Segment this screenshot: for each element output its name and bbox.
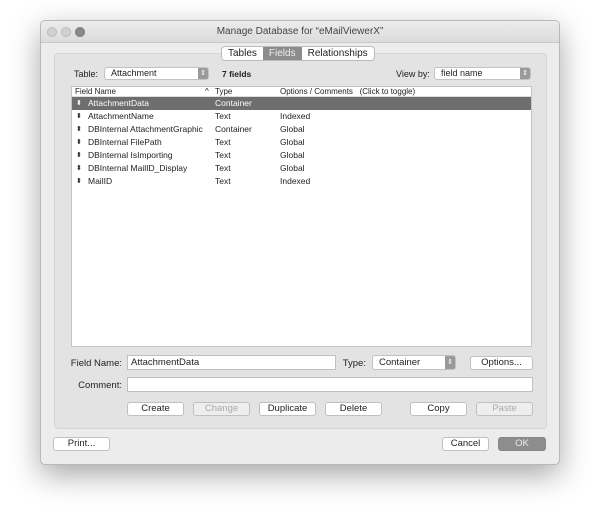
drag-handle-icon[interactable]: ⬍ — [76, 123, 82, 136]
cancel-button[interactable]: Cancel — [442, 437, 489, 451]
row-type: Text — [215, 176, 231, 186]
updown-icon: ⇕ — [198, 68, 208, 79]
drag-handle-icon[interactable]: ⬍ — [76, 175, 82, 188]
window-title: Manage Database for “eMailViewerX” — [216, 26, 384, 37]
type-select[interactable]: Container ⇕ — [372, 355, 456, 370]
row-type: Text — [215, 111, 231, 121]
row-type: Text — [215, 150, 231, 160]
print-button[interactable]: Print... — [53, 437, 110, 451]
viewby-select-value: field name — [441, 68, 483, 78]
type-label: Type: — [342, 358, 366, 369]
tab-fields[interactable]: Fields — [262, 47, 302, 60]
zoom-button[interactable] — [75, 27, 85, 37]
row-type: Text — [215, 163, 231, 173]
col-type[interactable]: Type — [215, 87, 232, 97]
field-count: 7 fields — [222, 69, 252, 79]
table-row[interactable]: ⬍ DBInternal MailID_Display Text Global — [72, 162, 531, 175]
row-options: Indexed — [280, 176, 311, 186]
table-row[interactable]: ⬍ DBInternal AttachmentGraphic Container… — [72, 123, 531, 136]
row-type: Text — [215, 137, 231, 147]
viewby-select[interactable]: field name ⇕ — [434, 67, 531, 80]
row-options: Global — [280, 137, 305, 147]
tab-relationships[interactable]: Relationships — [302, 47, 374, 60]
table-row[interactable]: ⬍ DBInternal FilePath Text Global — [72, 136, 531, 149]
ok-button[interactable]: OK — [498, 437, 546, 451]
close-button[interactable] — [47, 27, 57, 37]
col-field-name[interactable]: Field Name — [75, 87, 116, 97]
table-row[interactable]: ⬍ AttachmentName Text Indexed — [72, 110, 531, 123]
row-field-name: AttachmentName — [88, 111, 154, 121]
options-button[interactable]: Options... — [470, 356, 533, 370]
row-field-name: AttachmentData — [88, 98, 149, 108]
table-label: Table: — [74, 69, 99, 79]
row-options: Indexed — [280, 111, 311, 121]
row-field-name: DBInternal MailID_Display — [88, 163, 188, 173]
table-select-value: Attachment — [111, 68, 157, 78]
row-field-name: DBInternal IsImporting — [88, 150, 173, 160]
row-field-name: DBInternal FilePath — [88, 137, 162, 147]
drag-handle-icon[interactable]: ⬍ — [76, 149, 82, 162]
drag-handle-icon[interactable]: ⬍ — [76, 97, 82, 110]
table-row[interactable]: ⬍ MailID Text Indexed — [72, 175, 531, 188]
row-field-name: MailID — [88, 176, 113, 186]
sort-ascending-icon: ^ — [205, 87, 209, 96]
updown-icon: ⇕ — [445, 356, 455, 369]
drag-handle-icon[interactable]: ⬍ — [76, 136, 82, 149]
tab-bar: Tables Fields Relationships — [221, 46, 375, 61]
row-options: Global — [280, 124, 305, 134]
comment-label: Comment: — [78, 380, 122, 391]
drag-handle-icon[interactable]: ⬍ — [76, 162, 82, 175]
drag-handle-icon[interactable]: ⬍ — [76, 110, 82, 123]
type-select-value: Container — [379, 357, 421, 368]
field-name-label: Field Name: — [70, 358, 122, 369]
minimize-button[interactable] — [61, 27, 71, 37]
row-options: Global — [280, 163, 305, 173]
delete-button[interactable]: Delete — [325, 402, 382, 416]
create-button[interactable]: Create — [127, 402, 184, 416]
fields-table[interactable]: Field Name ^ Type Options / Comments (Cl… — [71, 86, 532, 347]
duplicate-button[interactable]: Duplicate — [259, 402, 316, 416]
table-select[interactable]: Attachment ⇕ — [104, 67, 209, 80]
copy-button[interactable]: Copy — [410, 402, 467, 416]
updown-icon: ⇕ — [520, 68, 530, 79]
row-field-name: DBInternal AttachmentGraphic — [88, 124, 203, 134]
field-name-input[interactable]: AttachmentData — [127, 355, 336, 370]
table-row[interactable]: ⬍ AttachmentData Container — [72, 97, 531, 110]
change-button[interactable]: Change — [193, 402, 250, 416]
row-type: Container — [215, 124, 252, 134]
title-bar: Manage Database for “eMailViewerX” — [41, 21, 559, 43]
comment-input[interactable] — [127, 377, 533, 392]
paste-button[interactable]: Paste — [476, 402, 533, 416]
row-type: Container — [215, 98, 252, 108]
table-row[interactable]: ⬍ DBInternal IsImporting Text Global — [72, 149, 531, 162]
col-options[interactable]: Options / Comments (Click to toggle) — [280, 87, 415, 97]
viewby-label: View by: — [396, 69, 430, 79]
tab-tables[interactable]: Tables — [222, 47, 263, 60]
table-header: Field Name ^ Type Options / Comments (Cl… — [72, 87, 531, 97]
row-options: Global — [280, 150, 305, 160]
